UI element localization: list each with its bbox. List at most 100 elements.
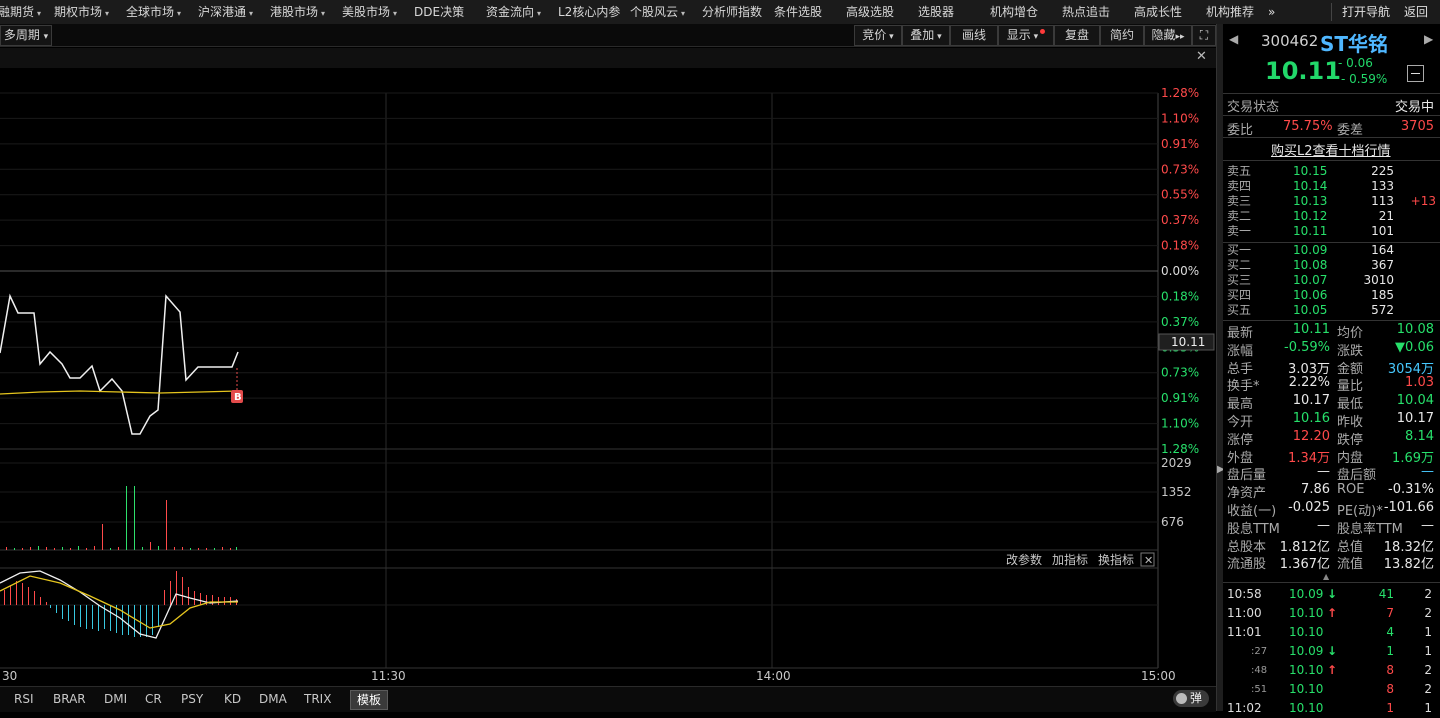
chart-toolbar: 多周期 ▾ 竞价 ▾ 叠加 ▾ 画线 显示 ▾ 复盘 简约 隐藏▸▸ ⛶ (0, 24, 1216, 47)
indicator-tab[interactable]: DMI (104, 690, 127, 708)
menu-item[interactable]: 全球市场 ▾ (126, 0, 181, 24)
tick-row: 11:01 10.10 4 1 (1223, 623, 1440, 642)
price-axis-label: 0.73% (1161, 162, 1199, 176)
indicator-tab[interactable]: BRAR (53, 690, 86, 708)
menu-item[interactable]: 机构增仓 (990, 0, 1038, 24)
more-menu-button[interactable]: » (1268, 0, 1275, 24)
indicator-link[interactable]: 改参数 (1006, 552, 1042, 567)
menu-item-label: 港股市场 (270, 5, 319, 19)
minimize-icon[interactable] (1407, 65, 1424, 82)
order-price: 10.08 (1293, 258, 1328, 272)
indicator-tab[interactable]: PSY (181, 690, 203, 708)
toolbar-button[interactable]: 复盘 (1054, 25, 1100, 46)
open-nav-button[interactable]: 打开导航 (1342, 0, 1390, 24)
buy-level[interactable]: 买二 10.08 367 (1223, 258, 1440, 273)
order-price: 10.12 (1293, 209, 1328, 223)
prev-stock-icon[interactable]: ◀ (1229, 32, 1238, 46)
close-icon[interactable]: ✕ (1144, 554, 1153, 567)
multi-period-label: 多周期 (3, 28, 40, 42)
tick-time: 10:58 (1227, 587, 1262, 601)
order-price: 10.07 (1293, 273, 1328, 287)
menu-item-label: DDE决策 (414, 5, 465, 19)
menu-item[interactable]: 高成长性 (1134, 0, 1182, 24)
sell-level[interactable]: 卖二 10.12 21 (1223, 209, 1440, 224)
back-button[interactable]: 返回 (1404, 0, 1428, 24)
menu-item[interactable]: 分析师指数 (702, 0, 762, 24)
stat-label: 最新 (1227, 326, 1254, 341)
toolbar-button[interactable]: 竞价 ▾ (854, 25, 902, 46)
volume-bar (118, 547, 119, 550)
indicator-tab[interactable]: 模板 (350, 690, 389, 710)
indicator-tab[interactable]: KD (224, 690, 241, 708)
stat-value: 13.82亿 (1383, 557, 1434, 573)
menu-item[interactable]: 资金流向 ▾ (486, 0, 541, 24)
toolbar-button[interactable]: 隐藏▸▸ (1144, 25, 1192, 46)
menu-item[interactable]: 高级选股 (846, 0, 894, 24)
menu-item-label: 热点追击 (1062, 5, 1111, 19)
menu-item[interactable]: 个股风云 ▾ (630, 0, 685, 24)
indicator-tab[interactable]: CR (145, 690, 162, 708)
buy-level[interactable]: 买四 10.06 185 (1223, 288, 1440, 303)
tick-count: 2 (1424, 606, 1432, 620)
toolbar-button[interactable]: 显示 ▾ (998, 25, 1054, 46)
buy-level[interactable]: 买一 10.09 164 (1223, 243, 1440, 258)
buy-level[interactable]: 买三 10.07 3010 (1223, 273, 1440, 288)
chevron-down-icon: ▾ (321, 9, 326, 18)
weibi-label: 委比 (1227, 123, 1254, 138)
stat-label: 收益(一) (1227, 504, 1277, 519)
menu-item[interactable]: DDE决策 (414, 0, 464, 24)
menu-item[interactable]: L2核心内参 (558, 0, 620, 24)
popup-toggle[interactable]: 弹 (1173, 690, 1209, 707)
menu-item[interactable]: 融期货 ▾ (0, 0, 41, 24)
price-change-pct: - 0.59% (1341, 72, 1388, 86)
stat-label: 内盘 (1337, 450, 1364, 466)
weicha-value: 3705 (1400, 119, 1434, 134)
menu-item[interactable]: 选股器 (918, 0, 954, 24)
next-stock-icon[interactable]: ▶ (1424, 32, 1433, 46)
multi-period-dropdown[interactable]: 多周期 ▾ (0, 25, 52, 46)
indicator-link[interactable]: 换指标 (1098, 552, 1134, 567)
order-price: 10.15 (1293, 164, 1328, 178)
menu-item[interactable]: 美股市场 ▾ (342, 0, 397, 24)
close-icon[interactable]: ✕ (1196, 49, 1207, 64)
toolbar-button[interactable]: 画线 (950, 25, 998, 46)
tick-row: 11:02 10.10 1 1 (1223, 699, 1440, 718)
indicator-link[interactable]: 加指标 (1052, 552, 1088, 567)
tick-volume: 8 (1386, 682, 1394, 696)
tick-row: :51 10.10 8 2 (1223, 680, 1440, 699)
order-vol: 572 (1371, 303, 1394, 317)
stat-label: 最低 (1337, 397, 1364, 413)
macd-bar (134, 605, 135, 637)
sell-level[interactable]: 卖四 10.14 133 (1223, 179, 1440, 194)
toolbar-button[interactable]: 叠加 ▾ (902, 25, 950, 46)
menu-item[interactable]: 热点追击 (1062, 0, 1110, 24)
weicha-label: 委差 (1337, 123, 1364, 138)
sell-level[interactable]: 卖五 10.15 225 (1223, 164, 1440, 179)
menu-item[interactable]: 沪深港通 ▾ (198, 0, 253, 24)
stat-value: 10.16 (1292, 411, 1330, 426)
indicator-tab[interactable]: RSI (14, 690, 34, 708)
l2-upgrade-link[interactable]: 购买L2查看十档行情 (1271, 140, 1391, 159)
indicator-tab[interactable]: TRIX (304, 690, 331, 708)
indicator-tab[interactable]: DMA (259, 690, 287, 708)
toolbar-button[interactable]: 简约 (1100, 25, 1144, 46)
stat-label: 跌停 (1337, 432, 1364, 448)
volume-bar (30, 547, 31, 550)
order-label: 卖三 (1227, 194, 1252, 208)
divider (1223, 320, 1440, 321)
menu-item[interactable]: 期权市场 ▾ (54, 0, 109, 24)
order-vol: 225 (1371, 164, 1394, 178)
menu-item[interactable]: 港股市场 ▾ (270, 0, 325, 24)
intraday-chart[interactable]: 1.28% 1.10% 0.91% 0.73% 0.55% 0.37% 0.18% 0.00%… (0, 68, 1216, 686)
menu-item[interactable]: 机构推荐 (1206, 0, 1254, 24)
menu-divider (1331, 3, 1332, 21)
fullscreen-icon[interactable]: ⛶ (1192, 25, 1216, 46)
double-chevron-icon: ▸▸ (1175, 32, 1185, 42)
expand-icon[interactable]: ▲ (1323, 572, 1329, 581)
menu-item[interactable]: 条件选股 (774, 0, 822, 24)
buy-level[interactable]: 买五 10.05 572 (1223, 303, 1440, 318)
volume-axis-label: 676 (1161, 515, 1184, 529)
stat-value: -0.59% (1284, 339, 1330, 355)
sell-level[interactable]: 卖三 10.13 113 +13 (1223, 194, 1440, 209)
sell-level[interactable]: 卖一 10.11 101 (1223, 224, 1440, 239)
